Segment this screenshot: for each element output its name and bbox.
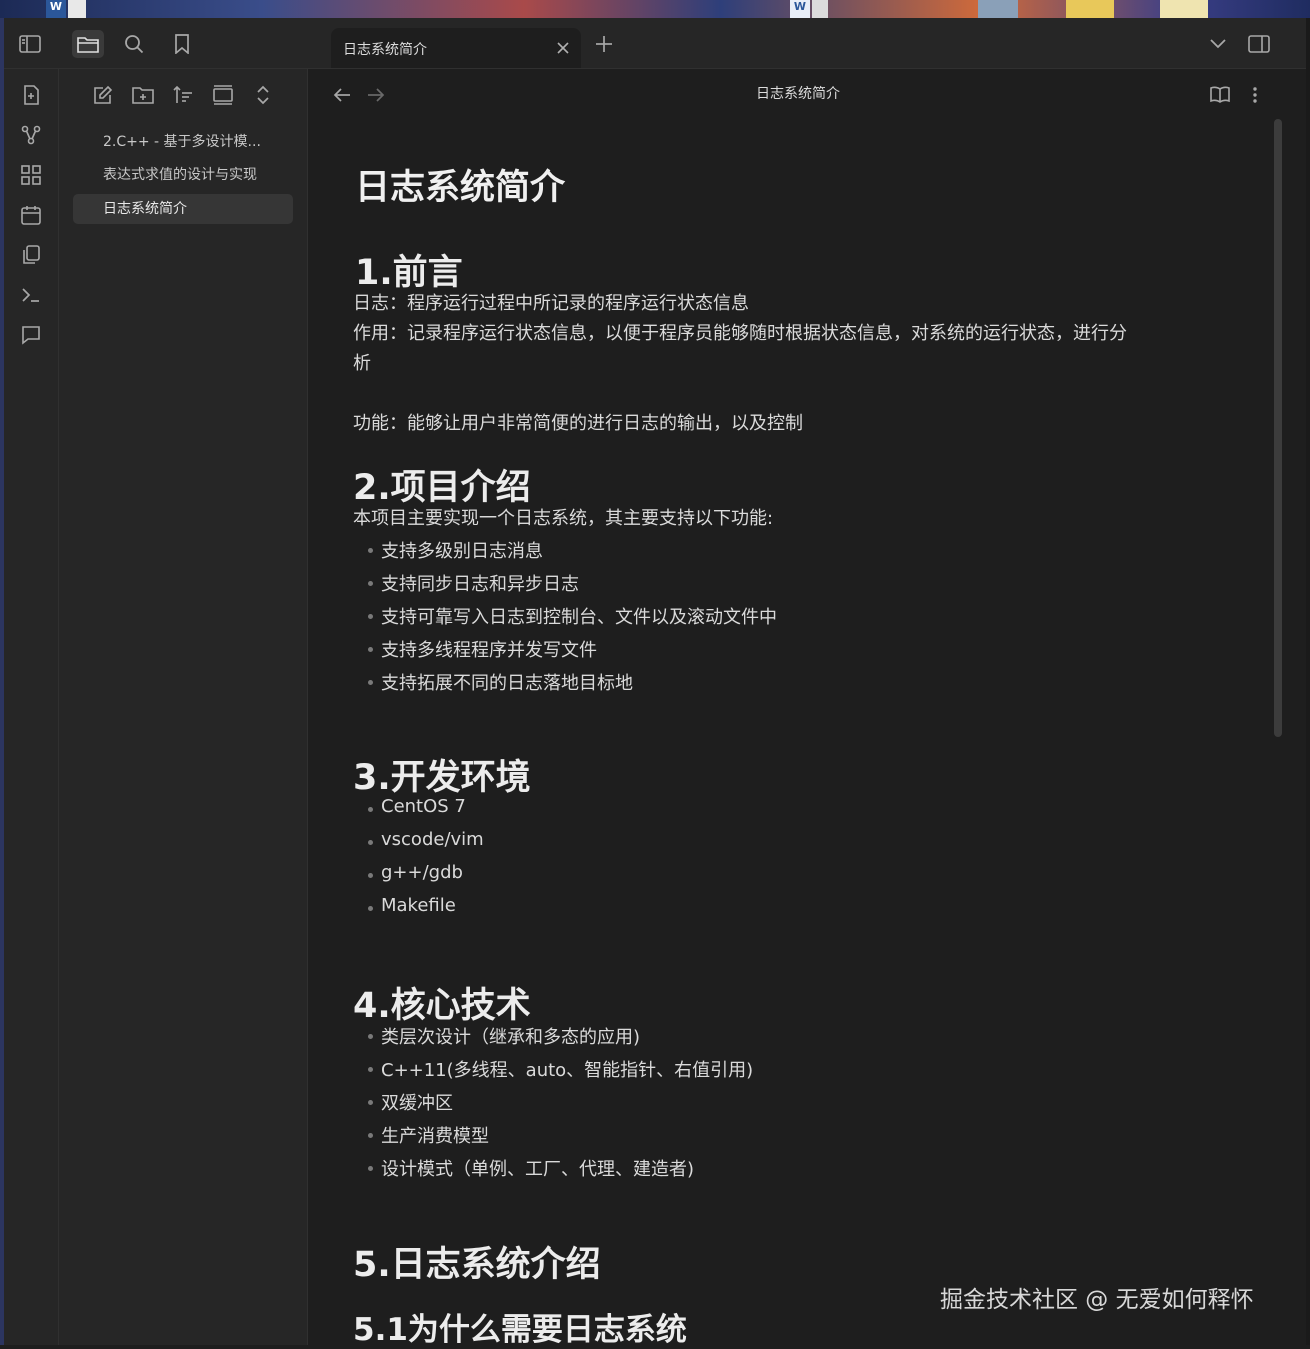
list-item: 双缓冲区 [353, 1089, 453, 1115]
title-bar: 日志系统简介 [4, 18, 1306, 69]
heading-dev-environment: 3.开发环境 [353, 758, 531, 798]
more-options-icon[interactable] [1241, 81, 1269, 109]
list-item: 支持多级别日志消息 [353, 537, 543, 563]
paragraph: 作用：记录程序运行状态信息，以便于程序员能够随时根据状态信息，对系统的运行状态，… [353, 323, 1127, 344]
heading-project-intro: 2.项目介绍 [353, 468, 531, 508]
heading-core-tech: 4.核心技术 [353, 986, 531, 1026]
comment-icon[interactable] [17, 321, 45, 349]
list-item: 支持同步日志和异步日志 [353, 570, 579, 596]
right-sidebar-toggle-icon[interactable] [1243, 30, 1275, 58]
sidebar-toggle-icon[interactable] [14, 30, 46, 58]
terminal-icon[interactable] [17, 281, 45, 309]
list-item: 支持可靠写入日志到控制台、文件以及滚动文件中 [353, 603, 777, 629]
tab-title: 日志系统简介 [343, 42, 427, 58]
list-item: Makefile [353, 895, 456, 916]
folder-taskbar-icon[interactable] [1066, 0, 1114, 18]
scrollbar[interactable] [1274, 119, 1282, 737]
list-item: 支持拓展不同的日志落地目标地 [353, 669, 633, 695]
list-item: g++/gdb [353, 862, 463, 883]
close-icon[interactable] [553, 38, 573, 58]
watermark: 掘金技术社区 @ 无爱如何释怀 [940, 1287, 1254, 1313]
search-icon[interactable] [118, 30, 150, 58]
list-item: 设计模式（单例、工厂、代理、建造者) [353, 1155, 694, 1181]
document-title: 日志系统简介 [355, 168, 566, 208]
list-item: CentOS 7 [353, 796, 466, 817]
sort-icon[interactable] [169, 81, 197, 109]
list-item: vscode/vim [353, 829, 484, 850]
file-explorer: 2.C++ - 基于多设计模... 表达式求值的设计与实现 日志系统简介 [59, 69, 308, 1345]
heading-preface: 1.前言 [355, 253, 463, 293]
new-folder-icon[interactable] [129, 81, 157, 109]
file-item[interactable]: 表达式求值的设计与实现 [73, 160, 293, 190]
list-item: 支持多线程程序并发写文件 [353, 636, 597, 662]
tab-active[interactable]: 日志系统简介 [331, 28, 581, 68]
desktop-background: W W [0, 0, 1310, 18]
ribbon [4, 69, 59, 1345]
list-item: C++11(多线程、auto、智能指针、右值引用) [353, 1056, 753, 1082]
expand-collapse-icon[interactable] [249, 81, 277, 109]
reading-view-book-icon[interactable] [1206, 81, 1234, 109]
list-item: 生产消费模型 [353, 1122, 489, 1148]
subheading-why-log-system: 5.1为什么需要日志系统 [353, 1312, 687, 1348]
paragraph: 功能：能够让用户非常简便的进行日志的输出，以及控制 [353, 413, 803, 434]
desktop-window-thumbnail [812, 0, 828, 18]
python-taskbar-icon[interactable] [978, 0, 1018, 18]
copy-icon[interactable] [17, 241, 45, 269]
canvas-icon[interactable] [17, 161, 45, 189]
file-item[interactable]: 2.C++ - 基于多设计模... [73, 127, 293, 157]
word-taskbar-icon[interactable]: W [46, 0, 66, 18]
bookmark-icon[interactable] [166, 30, 198, 58]
editor-pane: 日志系统简介 日志系统简介 1.前言 日志：程序运行过程中所记录的程序运行状态信… [308, 69, 1306, 1348]
chevron-down-icon[interactable] [1202, 30, 1234, 58]
view-header-title[interactable]: 日志系统简介 [308, 83, 1288, 103]
paragraph: 本项目主要实现一个日志系统，其主要支持以下功能: [353, 508, 774, 529]
graph-view-icon[interactable] [17, 121, 45, 149]
open-quick-switcher-icon[interactable] [17, 81, 45, 109]
list-item: 类层次设计（继承和多态的应用) [353, 1023, 640, 1049]
file-taskbar-icon[interactable] [1160, 0, 1208, 18]
paragraph: 日志：程序运行过程中所记录的程序运行状态信息 [353, 293, 749, 314]
calendar-icon[interactable] [17, 201, 45, 229]
new-tab-plus-icon[interactable] [588, 30, 620, 58]
new-note-icon[interactable] [89, 81, 117, 109]
file-item-active[interactable]: 日志系统简介 [73, 194, 293, 224]
folder-icon[interactable] [72, 30, 104, 58]
heading-log-system-intro: 5.日志系统介绍 [353, 1245, 601, 1285]
desktop-edge [1306, 18, 1310, 1345]
word-taskbar-icon[interactable]: W [790, 0, 810, 18]
desktop-window-thumbnail [68, 0, 86, 18]
collapse-view-icon[interactable] [209, 81, 237, 109]
paragraph: 析 [353, 353, 371, 374]
